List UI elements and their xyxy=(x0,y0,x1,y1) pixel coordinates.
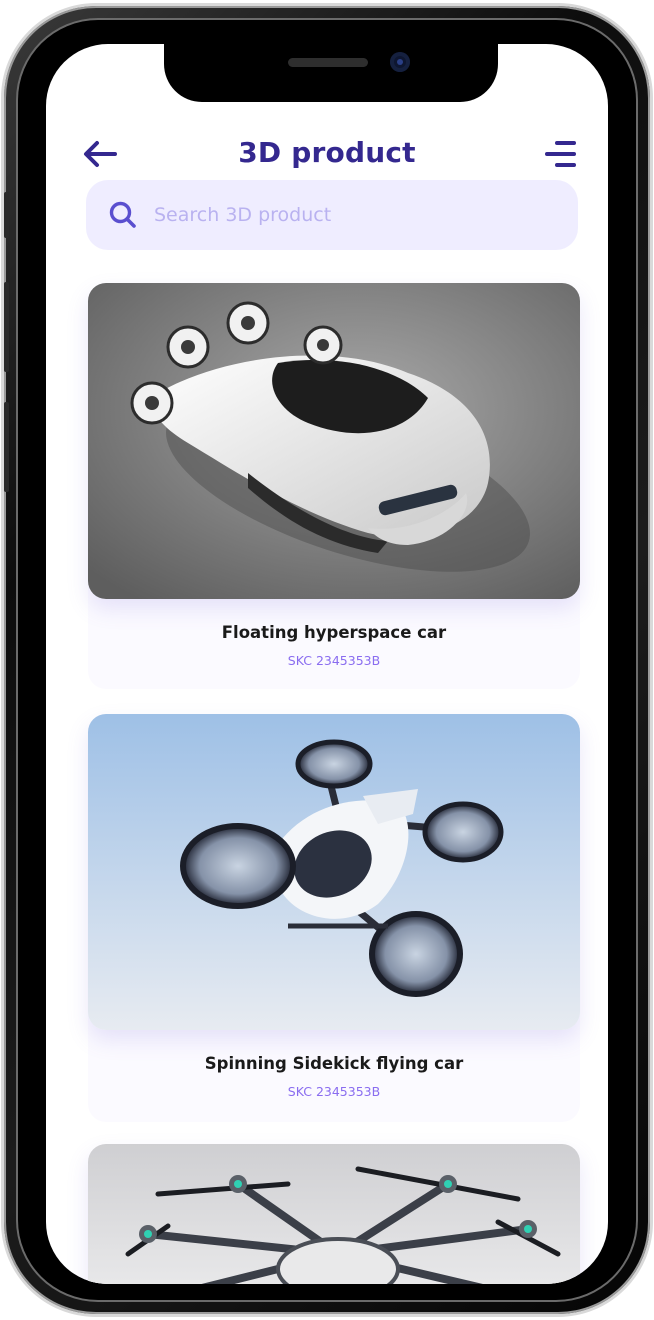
product-sku: SKC 2345353B xyxy=(287,653,381,668)
product-name: Floating hyperspace car xyxy=(221,623,447,642)
phone-side-button xyxy=(4,192,9,238)
product-card[interactable]: Floating hyperspace car SKC 2345353B xyxy=(88,283,580,689)
page-title: 3D product xyxy=(238,136,416,169)
header: 3D product xyxy=(46,122,608,182)
search-bar[interactable] xyxy=(86,180,578,250)
front-camera xyxy=(390,52,410,72)
screen: 3D product Search 3D product Floating hy… xyxy=(46,44,608,1284)
notch xyxy=(164,44,498,102)
product-card[interactable]: Spinning Sidekick flying car SKC 2345353… xyxy=(88,714,580,1122)
product-image xyxy=(88,714,580,1030)
search-icon xyxy=(108,200,138,230)
product-image xyxy=(88,1144,580,1284)
product-card[interactable] xyxy=(88,1144,580,1284)
product-name: Spinning Sidekick flying car xyxy=(204,1054,464,1073)
search-input[interactable] xyxy=(152,194,556,236)
menu-lines-icon xyxy=(545,141,576,167)
product-image xyxy=(88,283,580,599)
phone-volume-up-button xyxy=(4,282,9,372)
phone-volume-down-button xyxy=(4,402,9,492)
speaker-grille xyxy=(288,58,368,67)
menu-button[interactable] xyxy=(538,134,582,174)
product-sku: SKC 2345353B xyxy=(287,1084,381,1099)
